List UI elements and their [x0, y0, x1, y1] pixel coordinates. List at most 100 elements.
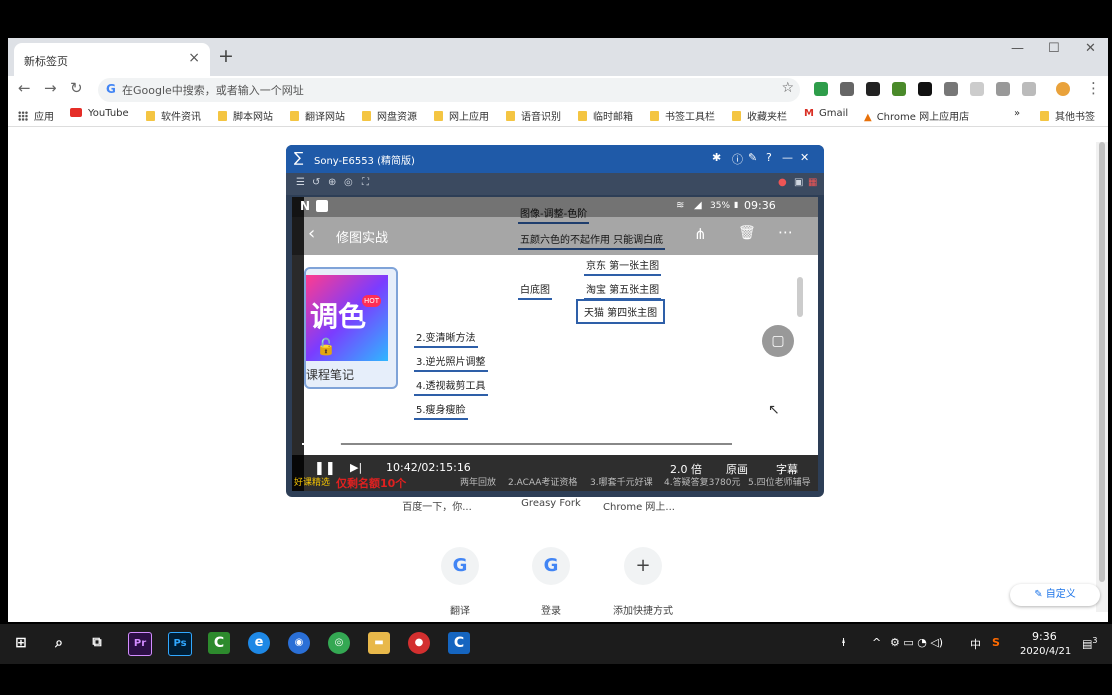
back-icon[interactable]: ‹ — [308, 223, 315, 244]
seek-bar[interactable] — [302, 439, 732, 449]
zoom-icon[interactable]: ⊕ — [328, 177, 336, 188]
bookmark-other[interactable]: 其他书签 — [1040, 108, 1095, 123]
notification-icon[interactable]: ▤3 — [1082, 636, 1098, 651]
bookmark-star-icon[interactable]: ☆ — [781, 80, 794, 96]
extension-icon[interactable] — [866, 82, 880, 96]
toggle-icon[interactable]: ● — [778, 177, 787, 188]
mindmap-scrollbar[interactable] — [797, 277, 803, 317]
extension-icon[interactable] — [840, 82, 854, 96]
pin-icon[interactable]: ✎ — [748, 151, 757, 164]
settings-icon[interactable]: ✱ — [712, 151, 721, 164]
mindmap-node[interactable]: 淘宝 第五张主图 — [584, 281, 662, 300]
close-icon[interactable]: × — [188, 50, 200, 66]
help-icon[interactable]: ? — [766, 151, 772, 164]
edge-icon[interactable]: e — [248, 632, 270, 654]
mindmap-node[interactable]: 3.逆光照片调整 — [414, 353, 488, 372]
mindmap-node[interactable]: 2.变清晰方法 — [414, 329, 478, 348]
windows-start-icon[interactable]: ⊞ — [10, 632, 32, 654]
bookmark-apps[interactable]: 应用 — [18, 108, 54, 123]
fullscreen-icon[interactable]: ⛶ — [362, 177, 369, 188]
tray-expand-icon[interactable]: ^ — [872, 636, 881, 649]
mindmap-node[interactable]: 白底图 — [518, 281, 552, 300]
trash-icon[interactable]: 🗑 — [738, 225, 756, 241]
extension-icon[interactable] — [996, 82, 1010, 96]
ime-indicator[interactable]: 中 — [970, 636, 981, 652]
task-view-icon[interactable]: ⧉ — [86, 632, 108, 654]
record-icon[interactable]: ◎ — [344, 177, 353, 188]
search-icon[interactable]: ⌕ — [48, 632, 70, 654]
customize-button[interactable]: ✎ 自定义 — [1010, 584, 1100, 606]
sogou-icon[interactable]: S — [992, 636, 1000, 649]
person-icon[interactable]: ⱡ — [842, 636, 845, 649]
mirror-app-icon[interactable]: C — [448, 632, 470, 654]
mindmap-node[interactable]: 京东 第一张主图 — [584, 257, 662, 276]
back-icon[interactable]: ← — [18, 79, 31, 97]
add-shortcut-button[interactable]: + — [624, 547, 662, 585]
photoshop-icon[interactable]: Ps — [168, 632, 192, 656]
bookmark-folder[interactable]: 收藏夹栏 — [732, 108, 787, 123]
lock-icon[interactable]: 🔓 — [316, 337, 336, 356]
clock-time[interactable]: 9:36 — [1032, 630, 1057, 643]
avatar[interactable] — [1056, 82, 1070, 96]
bookmark-chrome-store[interactable]: ▲ Chrome 网上应用店 — [864, 108, 969, 123]
ticker-item: 5.四位老师辅导 — [748, 478, 811, 488]
info-icon[interactable]: ⓘ — [732, 151, 743, 167]
bookmark-folder[interactable]: 脚本网站 — [218, 108, 273, 123]
bookmark-folder[interactable]: 网上应用 — [434, 108, 489, 123]
extension-icon[interactable] — [814, 82, 828, 96]
file-explorer-icon[interactable]: ▬ — [368, 632, 390, 654]
premiere-icon[interactable]: Pr — [128, 632, 152, 656]
shortcut-translate[interactable]: G — [441, 547, 479, 585]
shortcut-label[interactable]: Chrome 网上... — [594, 498, 684, 513]
comment-icon[interactable]: ▢ — [762, 325, 794, 357]
bookmark-youtube[interactable]: YouTube — [70, 108, 129, 119]
maximize-button[interactable]: ☐ — [1048, 41, 1060, 56]
shortcut-label[interactable]: Greasy Fork — [506, 498, 596, 509]
extension-icon[interactable] — [918, 82, 932, 96]
more-icon[interactable]: ⋯ — [778, 223, 793, 241]
menu-icon[interactable]: ☰ — [296, 177, 305, 188]
reload-icon[interactable]: ↻ — [70, 79, 83, 97]
bookmark-folder[interactable]: 临时邮箱 — [578, 108, 633, 123]
bookmark-folder[interactable]: 软件资讯 — [146, 108, 201, 123]
close-window-button[interactable]: ✕ — [1085, 41, 1096, 56]
shortcut-login[interactable]: G — [532, 547, 570, 585]
bookmark-folder[interactable]: 书签工具栏 — [650, 108, 715, 123]
grid-icon[interactable]: ▦ — [808, 177, 817, 188]
tray-icons[interactable]: ⚙ ▭ ◔ ◁) — [890, 636, 943, 649]
rotate-icon[interactable]: ↺ — [312, 177, 320, 188]
minimize-icon[interactable]: — — [782, 151, 793, 164]
pencil-icon: ✎ — [1034, 589, 1046, 600]
bookmark-folder[interactable]: 网盘资源 — [362, 108, 417, 123]
bookmarks-overflow[interactable]: » — [1014, 108, 1020, 119]
extension-icon[interactable] — [892, 82, 906, 96]
app-icon[interactable]: ◉ — [288, 632, 310, 654]
bookmark-folder[interactable]: 语音识别 — [506, 108, 561, 123]
chrome-icon[interactable]: ◎ — [328, 632, 350, 654]
scrollbar[interactable] — [1096, 142, 1108, 612]
share-icon[interactable]: ⋔ — [694, 225, 707, 243]
shortcut-label[interactable]: 百度一下，你... — [392, 498, 482, 513]
close-icon[interactable]: ✕ — [800, 151, 809, 164]
bookmark-folder[interactable]: 翻译网站 — [290, 108, 345, 123]
new-tab-button[interactable]: + — [218, 45, 234, 67]
clock-date[interactable]: 2020/4/21 — [1020, 646, 1071, 657]
mindmap-node-selected[interactable]: 天猫 第四张主图 — [576, 299, 666, 324]
minimize-button[interactable]: — — [1011, 41, 1024, 56]
extension-icon[interactable] — [944, 82, 958, 96]
export-icon[interactable]: ▣ — [794, 177, 803, 188]
extension-icon[interactable] — [1022, 82, 1036, 96]
scrollbar-thumb[interactable] — [1099, 142, 1105, 582]
course-node: 调色 HOT 课程笔记 — [304, 267, 398, 389]
omnibox[interactable]: G 在Google中搜索，或者输入一个网址 ☆ — [98, 78, 800, 102]
mindmap-node[interactable]: 5.瘦身瘦脸 — [414, 401, 468, 420]
tab-new-tab[interactable]: 新标签页 × — [14, 43, 210, 76]
seek-handle[interactable] — [330, 439, 341, 449]
bookmark-gmail[interactable]: M Gmail — [804, 108, 848, 119]
menu-icon[interactable]: ⋮ — [1086, 79, 1101, 97]
recorder-icon[interactable]: ● — [408, 632, 430, 654]
mindmap-node[interactable]: 4.透视裁剪工具 — [414, 377, 488, 396]
camtasia-icon[interactable]: C — [208, 632, 230, 654]
extension-icon[interactable] — [970, 82, 984, 96]
forward-icon[interactable]: → — [44, 79, 57, 97]
